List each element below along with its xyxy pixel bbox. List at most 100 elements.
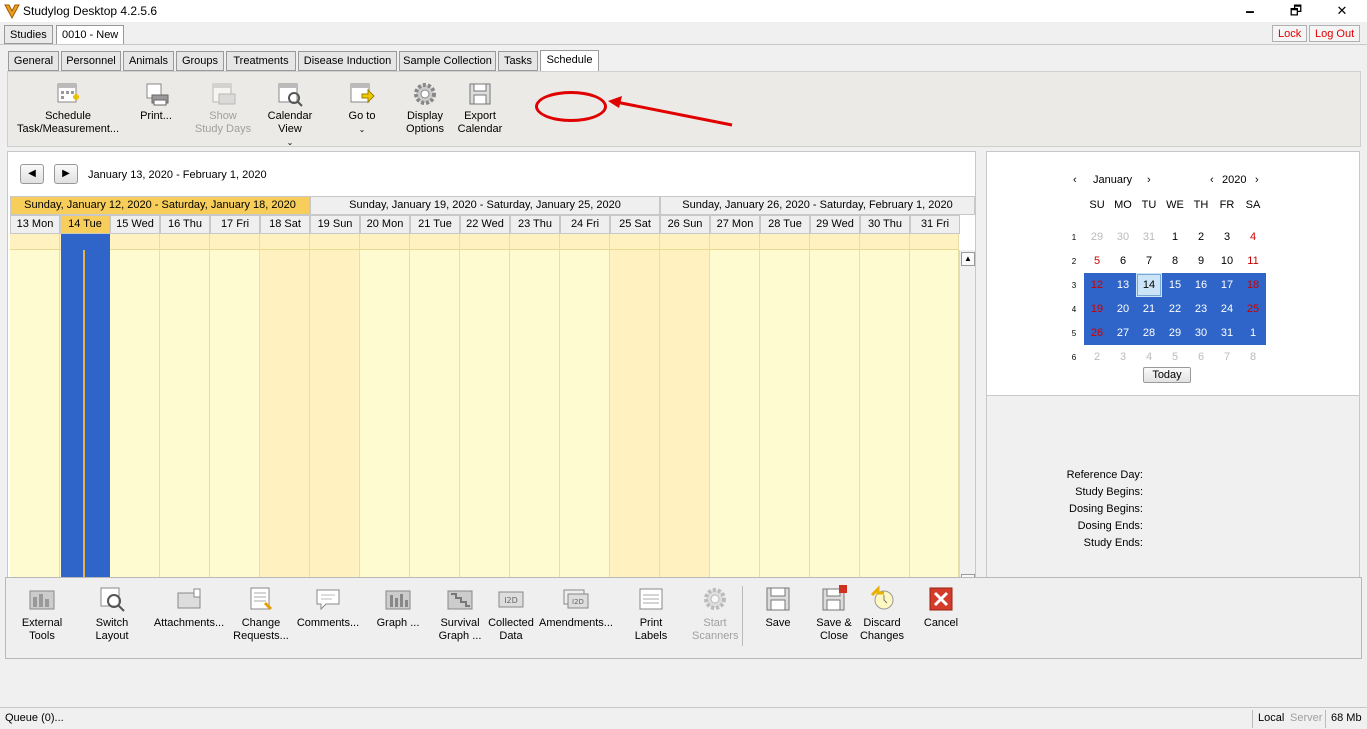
save-close-button[interactable]: Save & Close (812, 585, 856, 643)
calendar-day[interactable]: 13 (1110, 273, 1136, 297)
tab-study-0010[interactable]: 0010 - New (56, 25, 125, 44)
day-column[interactable] (510, 234, 560, 590)
export-calendar-button[interactable]: Export Calendar (454, 80, 506, 136)
calendar-day[interactable]: 4 (1136, 345, 1162, 369)
day-header[interactable]: 27 Mon (710, 215, 760, 234)
day-column[interactable] (660, 234, 710, 590)
display-options-button[interactable]: Display Options (400, 80, 450, 136)
day-header[interactable]: 22 Wed (460, 215, 510, 234)
schedule-task-button[interactable]: Schedule Task/Measurement... (12, 80, 124, 136)
day-column[interactable] (910, 234, 959, 590)
month-label[interactable]: January (1093, 174, 1132, 186)
tab-schedule[interactable]: Schedule (540, 50, 599, 72)
all-day-slot[interactable] (560, 234, 609, 250)
vertical-scrollbar[interactable]: ▲ ▼ (959, 250, 975, 590)
day-header[interactable]: 16 Thu (160, 215, 210, 234)
calendar-day[interactable]: 30 (1188, 321, 1214, 345)
calendar-day[interactable]: 1 (1240, 321, 1266, 345)
all-day-slot[interactable] (160, 234, 209, 250)
calendar-day[interactable]: 7 (1136, 249, 1162, 273)
cancel-button[interactable]: Cancel (920, 585, 962, 630)
all-day-slot[interactable] (910, 234, 958, 250)
week-number[interactable]: 6 (1069, 353, 1079, 362)
lock-button[interactable]: Lock (1272, 25, 1308, 42)
day-column[interactable] (610, 234, 660, 590)
day-column[interactable] (560, 234, 610, 590)
tab-animals[interactable]: Animals (123, 51, 174, 71)
calendar-day[interactable]: 23 (1188, 297, 1214, 321)
day-header[interactable]: 17 Fri (210, 215, 260, 234)
all-day-slot[interactable] (110, 234, 159, 250)
calendar-day[interactable]: 30 (1110, 225, 1136, 249)
all-day-slot[interactable] (360, 234, 409, 250)
tab-groups[interactable]: Groups (176, 51, 224, 71)
tab-tasks[interactable]: Tasks (498, 51, 538, 71)
calendar-day[interactable]: 29 (1084, 225, 1110, 249)
calendar-day[interactable]: 24 (1214, 297, 1240, 321)
close-icon[interactable]: ✕ (1319, 0, 1365, 22)
calendar-day[interactable]: 26 (1084, 321, 1110, 345)
day-header[interactable]: 26 Sun (660, 215, 710, 234)
minimize-icon[interactable]: 🗕 (1227, 0, 1273, 22)
comments-button[interactable]: Comments... (296, 585, 360, 630)
day-header[interactable]: 30 Thu (860, 215, 910, 234)
calendar-day[interactable]: 4 (1240, 225, 1266, 249)
day-column[interactable] (810, 234, 860, 590)
calendar-day[interactable]: 5 (1162, 345, 1188, 369)
day-column[interactable] (160, 234, 210, 590)
calendar-day[interactable]: 12 (1084, 273, 1110, 297)
collected-data-button[interactable]: I2D Collected Data (486, 585, 536, 643)
calendar-day[interactable]: 9 (1188, 249, 1214, 273)
calendar-day[interactable]: 8 (1240, 345, 1266, 369)
week-header-2[interactable]: Sunday, January 19, 2020 - Saturday, Jan… (310, 196, 660, 215)
day-column[interactable] (860, 234, 910, 590)
tab-studies[interactable]: Studies (4, 25, 53, 44)
day-column[interactable] (260, 234, 310, 590)
next-range-button[interactable]: ▶ (54, 164, 78, 184)
day-header[interactable]: 19 Sun (310, 215, 360, 234)
calendar-day[interactable]: 17 (1214, 273, 1240, 297)
queue-status[interactable]: Queue (0)... (5, 712, 64, 724)
tab-disease-induction[interactable]: Disease Induction (298, 51, 397, 71)
week-number[interactable]: 4 (1069, 305, 1079, 314)
print-button[interactable]: Print... (136, 80, 176, 123)
discard-changes-button[interactable]: Discard Changes (858, 585, 906, 643)
calendar-day[interactable]: 31 (1214, 321, 1240, 345)
week-number[interactable]: 1 (1069, 233, 1079, 242)
all-day-slot[interactable] (210, 234, 259, 250)
scroll-up-icon[interactable]: ▲ (961, 252, 975, 266)
day-header[interactable]: 25 Sat (610, 215, 660, 234)
day-header[interactable]: 29 Wed (810, 215, 860, 234)
survival-graph-button[interactable]: Survival Graph ... (436, 585, 484, 643)
today-column-highlight[interactable] (61, 234, 110, 590)
calendar-day[interactable]: 3 (1110, 345, 1136, 369)
all-day-slot[interactable] (260, 234, 309, 250)
day-header[interactable]: 13 Mon (10, 215, 60, 234)
calendar-day[interactable]: 5 (1084, 249, 1110, 273)
start-scanners-button[interactable]: Start Scanners (690, 585, 740, 643)
all-day-slot[interactable] (860, 234, 909, 250)
day-header[interactable]: 31 Fri (910, 215, 960, 234)
day-column[interactable] (110, 234, 160, 590)
week-number[interactable]: 3 (1069, 281, 1079, 290)
attachments-button[interactable]: Attachments... (150, 585, 228, 630)
calendar-day[interactable]: 6 (1110, 249, 1136, 273)
day-column[interactable] (410, 234, 460, 590)
calendar-day[interactable]: 20 (1110, 297, 1136, 321)
day-header[interactable]: 18 Sat (260, 215, 310, 234)
logout-button[interactable]: Log Out (1309, 25, 1361, 42)
next-year-icon[interactable]: › (1255, 174, 1259, 186)
calendar-day[interactable]: 21 (1136, 297, 1162, 321)
day-column[interactable] (360, 234, 410, 590)
calendar-day[interactable]: 15 (1162, 273, 1188, 297)
calendar-day[interactable]: 28 (1136, 321, 1162, 345)
tab-treatments[interactable]: Treatments (226, 51, 296, 71)
week-header-1[interactable]: Sunday, January 12, 2020 - Saturday, Jan… (10, 196, 310, 215)
tab-personnel[interactable]: Personnel (61, 51, 121, 71)
calendar-day[interactable]: 11 (1240, 249, 1266, 273)
save-button[interactable]: Save (758, 585, 798, 630)
prev-month-icon[interactable]: ‹ (1073, 174, 1077, 186)
year-label[interactable]: 2020 (1222, 174, 1246, 186)
day-header[interactable]: 23 Thu (510, 215, 560, 234)
all-day-slot[interactable] (610, 234, 659, 250)
